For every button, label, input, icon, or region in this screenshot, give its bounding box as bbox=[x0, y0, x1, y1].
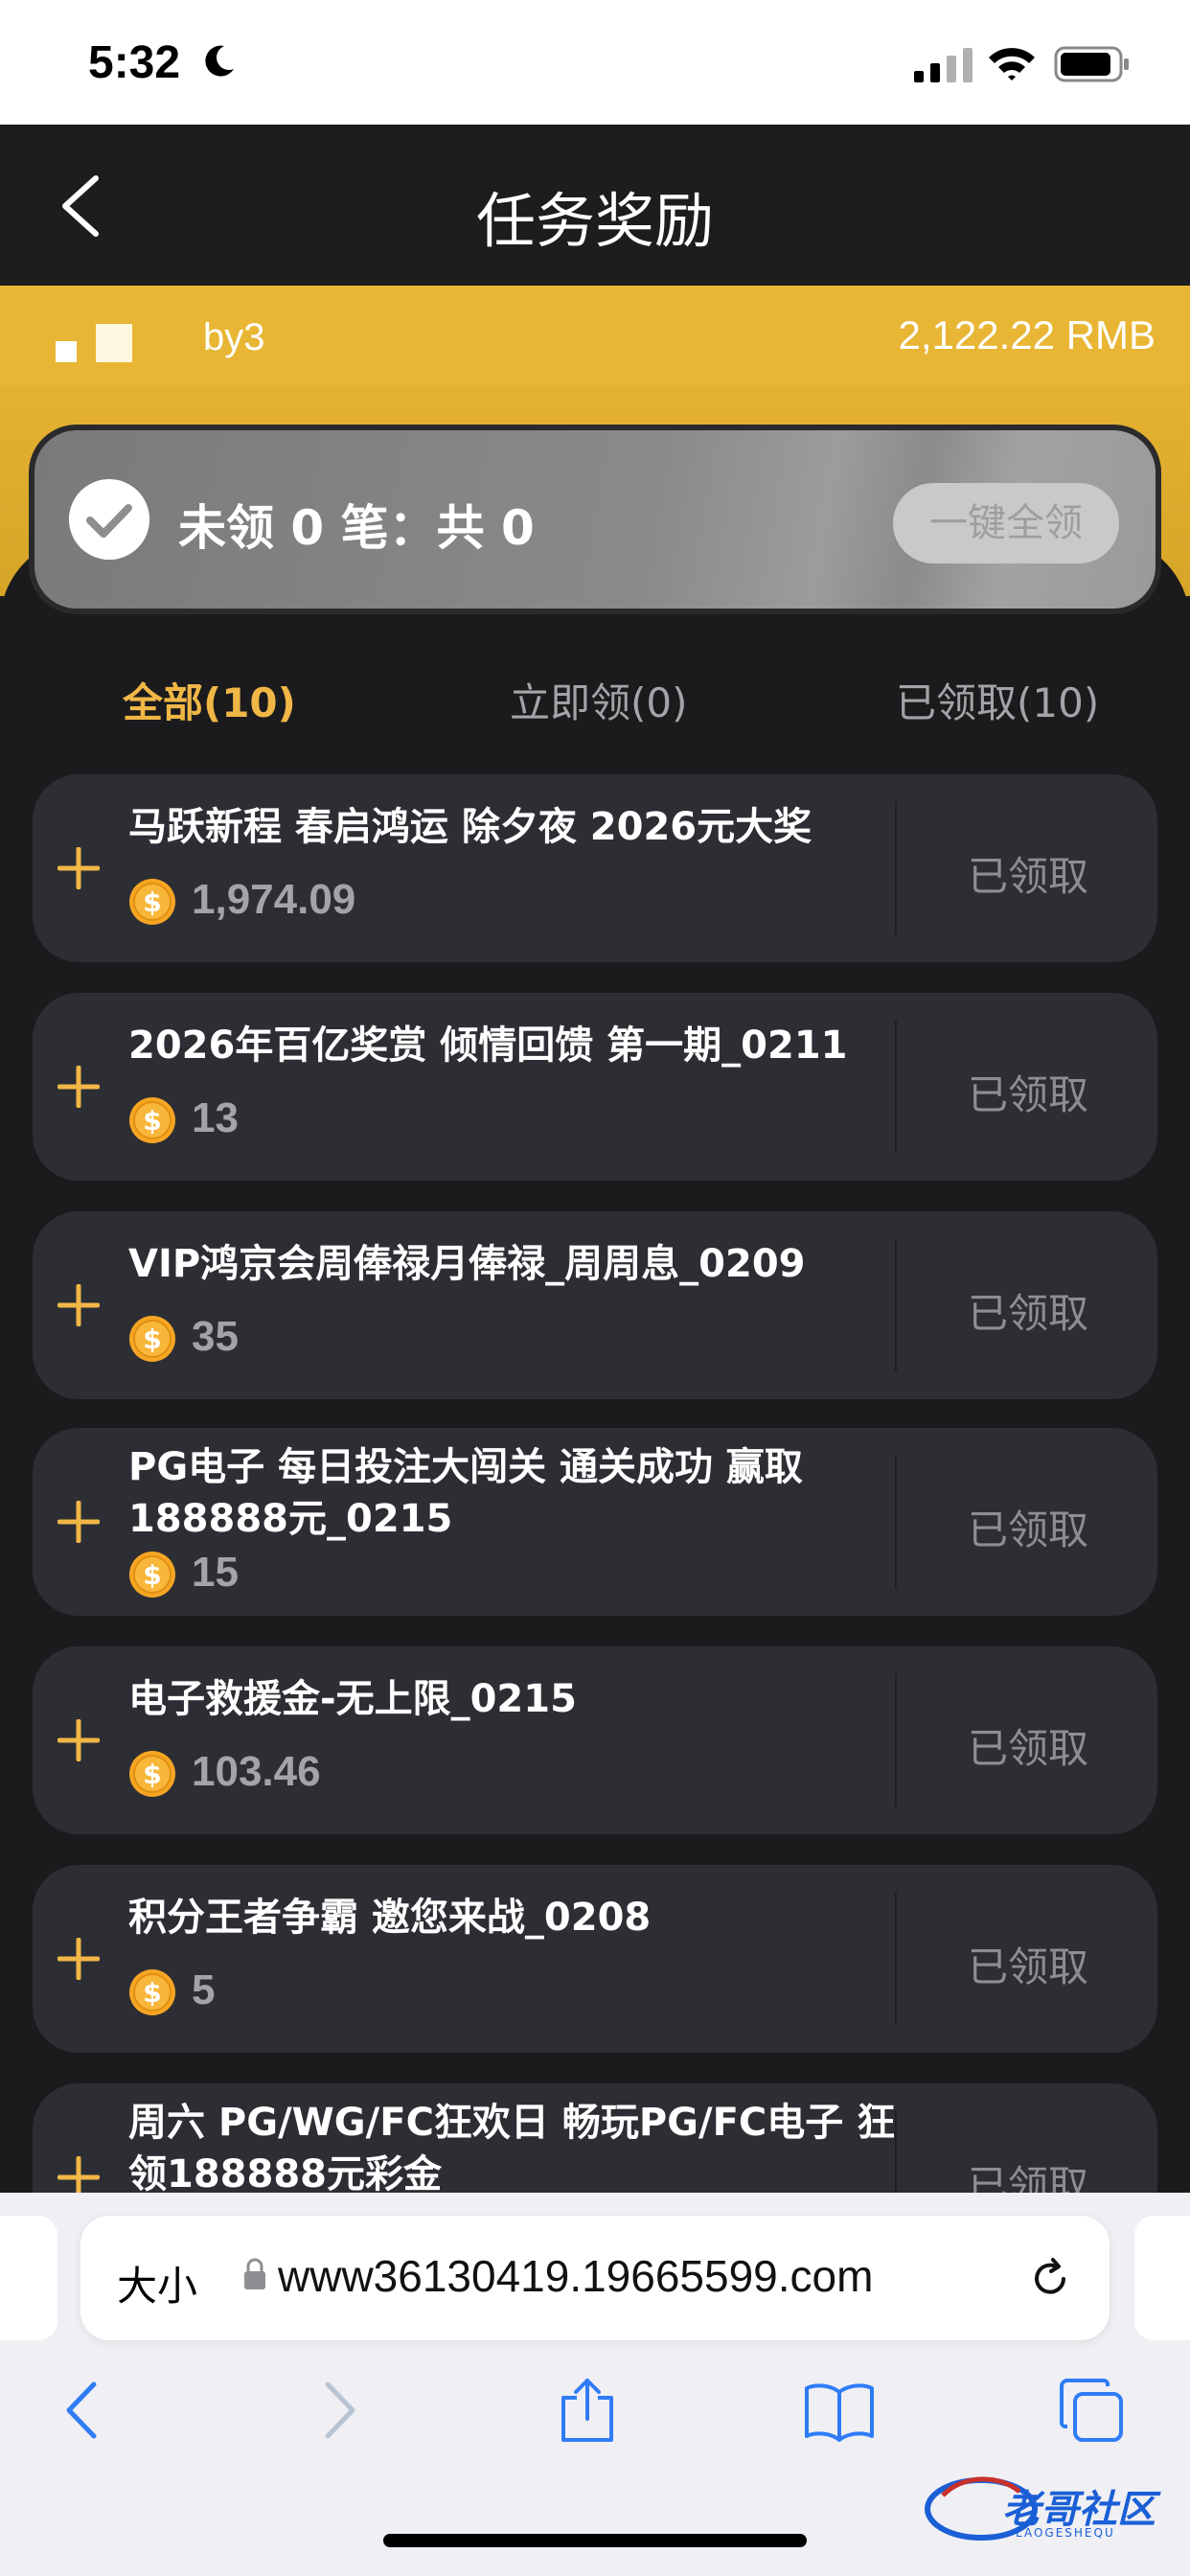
share-icon[interactable] bbox=[558, 2377, 617, 2444]
tab-all[interactable]: 全部(10) bbox=[123, 671, 296, 729]
status-time: 5:32 bbox=[88, 37, 181, 88]
browser-forward-icon[interactable] bbox=[318, 2377, 362, 2444]
unclaimed-summary: 未领 0 笔：共 0 bbox=[178, 500, 535, 556]
svg-text:$: $ bbox=[143, 1105, 161, 1137]
watermark-subtext: LAOGESHEQU bbox=[1016, 2526, 1115, 2540]
status-bar: 5:32 bbox=[0, 0, 1190, 125]
bookmarks-icon[interactable] bbox=[803, 2377, 876, 2444]
wifi-icon bbox=[989, 48, 1035, 80]
task-status-claimed: 已领取 bbox=[967, 853, 1088, 900]
coin-icon: $ bbox=[129, 1097, 175, 1143]
balance: 2,122.22 RMB bbox=[898, 312, 1156, 357]
plus-icon[interactable] bbox=[57, 1066, 100, 1108]
text-size-button[interactable]: 大小 bbox=[117, 2254, 197, 2312]
task-amount: 15 bbox=[192, 1549, 239, 1596]
task-amount: 13 bbox=[192, 1094, 239, 1141]
task-title: 电子救援金-无上限_0215 bbox=[128, 1677, 577, 1721]
task-status-claimed: 已领取 bbox=[967, 1725, 1088, 1772]
task-divider bbox=[895, 1238, 897, 1372]
task-divider bbox=[895, 1892, 897, 2026]
task-title: PG电子 每日投注大闯关 通关成功 赢取188888元_0215 bbox=[128, 1445, 803, 1541]
task-card[interactable]: VIP鸿京会周俸禄月俸禄_周周息_0209 $35 已领取 bbox=[33, 1211, 1157, 1399]
task-title: 周六 PG/WG/FC狂欢日 畅玩PG/FC电子 狂领188888元彩金 bbox=[128, 2101, 896, 2196]
task-divider bbox=[895, 1673, 897, 1807]
task-status-claimed: 已领取 bbox=[967, 1071, 1088, 1118]
svg-text:$: $ bbox=[143, 1759, 161, 1790]
task-status-claimed: 已领取 bbox=[967, 1290, 1088, 1337]
browser-back-icon[interactable] bbox=[59, 2377, 103, 2444]
claim-summary-card: 未领 0 笔：共 0 一键全领 bbox=[29, 425, 1161, 614]
plus-icon[interactable] bbox=[57, 1284, 100, 1326]
task-title: 马跃新程 春启鸿运 除夕夜 2026元大奖 bbox=[128, 805, 812, 849]
svg-text:$: $ bbox=[143, 1559, 161, 1591]
coin-icon: $ bbox=[129, 1316, 175, 1362]
battery-icon bbox=[1054, 46, 1129, 82]
task-amount: 35 bbox=[192, 1313, 239, 1360]
task-amount: 5 bbox=[192, 1966, 216, 2013]
next-tab-card[interactable] bbox=[1134, 2216, 1190, 2340]
address-bar[interactable]: 大小 www36130419.19665599.com bbox=[80, 2216, 1110, 2340]
plus-icon[interactable] bbox=[57, 1719, 100, 1761]
task-divider bbox=[895, 1455, 897, 1589]
url-text[interactable]: www36130419.19665599.com bbox=[278, 2250, 873, 2302]
task-status-claimed: 已领取 bbox=[967, 1944, 1088, 1990]
previous-tab-card[interactable] bbox=[0, 2216, 57, 2340]
task-card[interactable]: 马跃新程 春启鸿运 除夕夜 2026元大奖 $1,974.09 已领取 bbox=[33, 774, 1157, 962]
task-amount: 103.46 bbox=[192, 1748, 321, 1795]
page-title: 任务奖励 bbox=[475, 186, 714, 256]
task-title: VIP鸿京会周俸禄月俸禄_周周息_0209 bbox=[128, 1242, 806, 1286]
plus-icon[interactable] bbox=[57, 1938, 100, 1980]
coin-icon: $ bbox=[129, 1552, 175, 1598]
tab-claimed[interactable]: 已领取(10) bbox=[896, 671, 1099, 729]
claim-all-button[interactable]: 一键全领 bbox=[893, 483, 1119, 564]
tabs-icon[interactable] bbox=[1058, 2377, 1125, 2444]
task-card[interactable]: PG电子 每日投注大闯关 通关成功 赢取188888元_0215 $15 已领取 bbox=[33, 1428, 1157, 1616]
task-amount: 1,974.09 bbox=[192, 876, 356, 923]
lock-icon bbox=[244, 2258, 265, 2289]
plus-icon[interactable] bbox=[57, 1501, 100, 1543]
avatar-redacted bbox=[56, 341, 77, 362]
task-title: 积分王者争霸 邀您来战_0208 bbox=[128, 1896, 652, 1940]
cellular-signal-icon bbox=[914, 48, 973, 82]
task-status-claimed: 已领取 bbox=[967, 1506, 1088, 1553]
task-divider bbox=[895, 1020, 897, 1154]
svg-text:$: $ bbox=[143, 1977, 161, 2009]
task-title: 2026年百亿奖赏 倾情回馈 第一期_0211 bbox=[128, 1024, 848, 1068]
check-circle-icon bbox=[69, 479, 149, 560]
svg-text:$: $ bbox=[143, 1323, 161, 1355]
plus-icon[interactable] bbox=[57, 847, 100, 889]
tab-claim-now[interactable]: 立即领(0) bbox=[510, 671, 688, 729]
coin-icon: $ bbox=[129, 1969, 175, 2015]
reload-icon[interactable] bbox=[1027, 2256, 1073, 2302]
task-card[interactable]: 电子救援金-无上限_0215 $103.46 已领取 bbox=[33, 1646, 1157, 1834]
nav-bar: 任务奖励 bbox=[0, 125, 1190, 286]
moon-icon bbox=[205, 45, 234, 77]
coin-icon: $ bbox=[129, 879, 175, 925]
username-redacted bbox=[96, 324, 132, 362]
task-divider bbox=[895, 801, 897, 935]
svg-text:$: $ bbox=[143, 886, 161, 918]
task-card[interactable]: 积分王者争霸 邀您来战_0208 $5 已领取 bbox=[33, 1865, 1157, 2053]
coin-icon: $ bbox=[129, 1751, 175, 1797]
task-card[interactable]: 2026年百亿奖赏 倾情回馈 第一期_0211 $13 已领取 bbox=[33, 993, 1157, 1181]
home-indicator bbox=[383, 2534, 807, 2547]
username: by3 bbox=[203, 316, 265, 358]
